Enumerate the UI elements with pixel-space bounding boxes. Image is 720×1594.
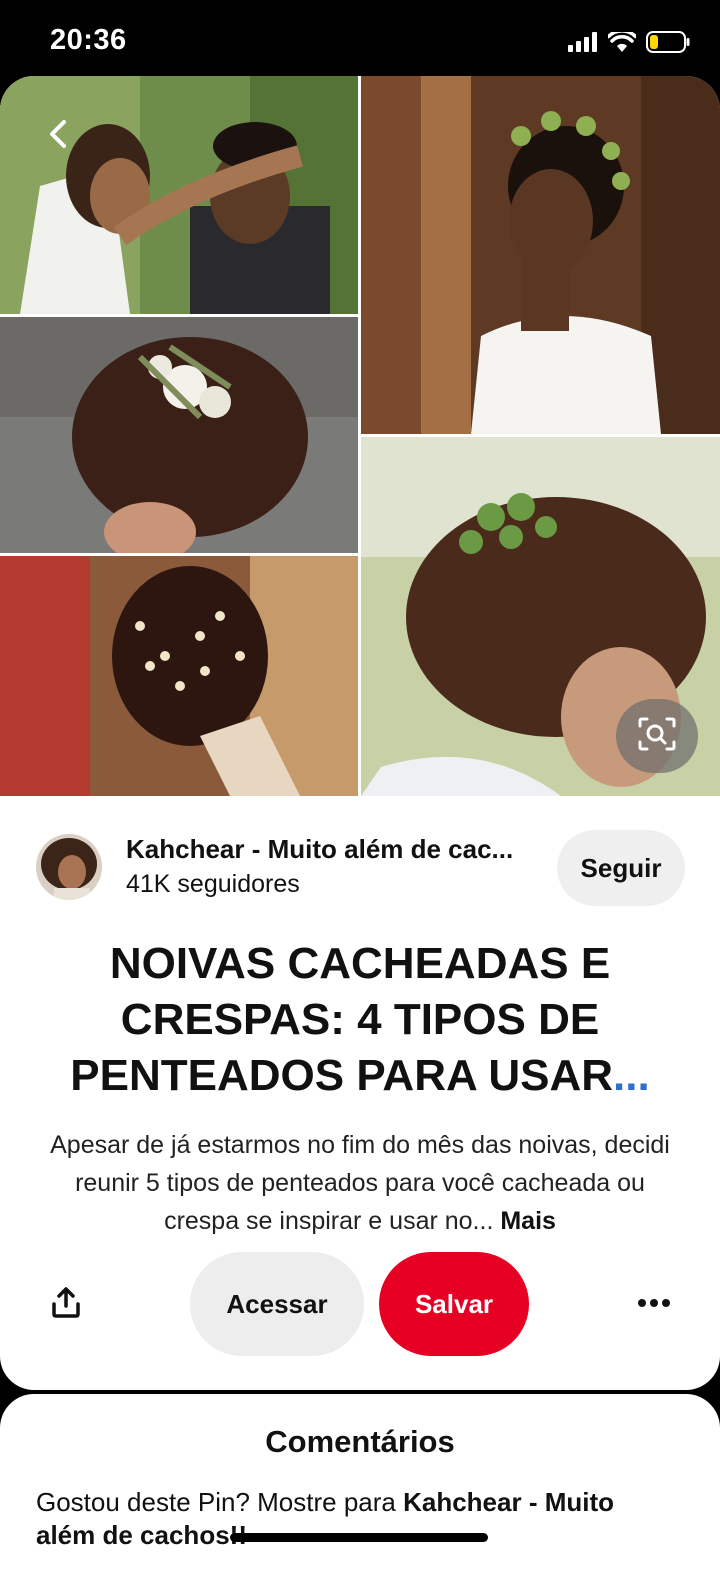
bride-curly-updo-flowers-photo (0, 317, 358, 553)
follow-button[interactable]: Seguir (557, 830, 685, 906)
home-indicator[interactable] (230, 1533, 488, 1542)
pin-description: Apesar de já estarmos no fim do mês das … (40, 1126, 680, 1240)
share-icon (51, 1286, 81, 1323)
more-dots-icon (637, 1295, 671, 1313)
bride-couple-photo (0, 76, 358, 314)
visual-search-icon (637, 716, 677, 757)
status-time: 20:36 (50, 24, 127, 56)
bride-flower-crown-photo (361, 76, 720, 434)
creator-followers: 41K seguidores (126, 870, 300, 898)
pin-actions: Acessar Salvar (0, 1252, 720, 1356)
comments-title: Comentários (265, 1424, 455, 1459)
bride-curly-updo-pearls-photo (0, 556, 358, 796)
status-bar: 20:36 (0, 0, 720, 80)
back-button[interactable] (36, 114, 80, 158)
wifi-icon (606, 28, 638, 58)
pin-title: NOIVAS CACHEADAS E CRESPAS: 4 TIPOS DE P… (30, 936, 690, 1104)
pin-image-collage[interactable] (0, 76, 720, 796)
visual-search-button[interactable] (616, 699, 698, 773)
comments-prompt: Gostou deste Pin? Mostre para Kahchear -… (36, 1486, 656, 1552)
visit-button[interactable]: Acessar (190, 1252, 364, 1356)
creator-name[interactable]: Kahchear - Muito além de cac... (126, 834, 513, 865)
save-button[interactable]: Salvar (379, 1252, 529, 1356)
more-link[interactable]: Mais (500, 1207, 556, 1235)
comments-prompt-text: Gostou deste Pin? Mostre para (36, 1487, 404, 1517)
pin-description-text: Apesar de já estarmos no fim do mês das … (50, 1131, 670, 1235)
status-icons (568, 28, 690, 58)
avatar[interactable] (36, 834, 102, 900)
title-ellipsis[interactable]: ... (613, 1051, 650, 1100)
battery-icon (646, 31, 690, 58)
chevron-left-icon (48, 119, 68, 154)
comments-card: Comentários Gostou deste Pin? Mostre par… (0, 1394, 720, 1594)
creator-row: Kahchear - Muito além de cac... 41K segu… (0, 826, 720, 906)
share-button[interactable] (44, 1284, 88, 1324)
pin-card: Kahchear - Muito além de cac... 41K segu… (0, 76, 720, 1390)
signal-icon (568, 32, 598, 57)
pin-title-text: NOIVAS CACHEADAS E CRESPAS: 4 TIPOS DE P… (70, 939, 614, 1100)
more-options-button[interactable] (632, 1282, 676, 1326)
